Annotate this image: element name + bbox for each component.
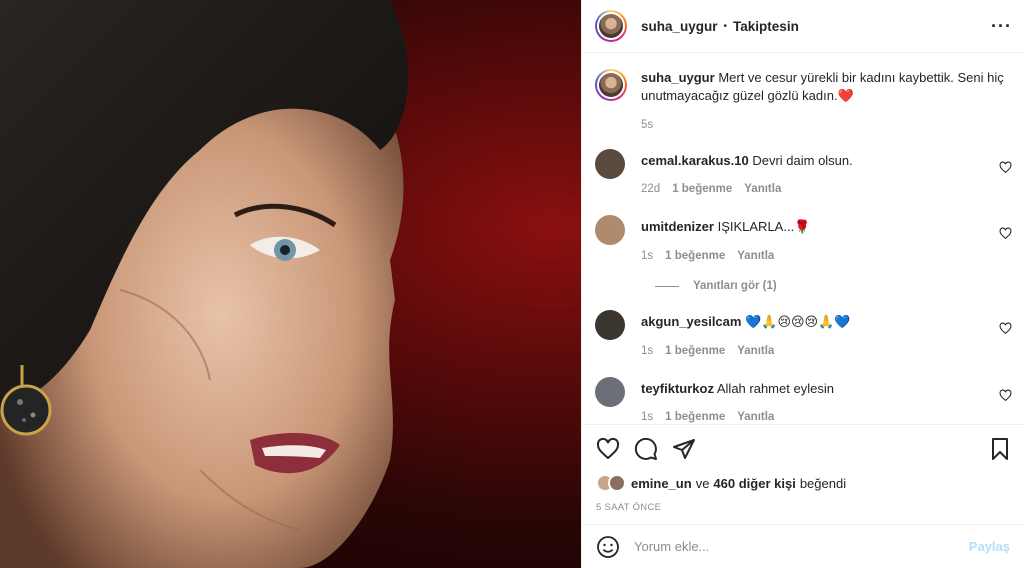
comment-text: IŞIKLARLA...🌹	[717, 219, 811, 234]
commenter-avatar[interactable]	[595, 310, 625, 340]
like-heart-icon[interactable]	[596, 437, 620, 461]
like-comment-icon[interactable]	[999, 322, 1012, 335]
comment-input[interactable]	[634, 539, 969, 554]
likes-suffix: beğendi	[799, 475, 847, 491]
author-username[interactable]: suha_uygur	[641, 19, 718, 34]
reply-button[interactable]: Yanıtla	[737, 345, 774, 357]
reply-button[interactable]: Yanıtla	[737, 250, 774, 262]
view-replies-label[interactable]: Yanıtları gör (1)	[693, 280, 777, 292]
liker-avatar	[608, 474, 626, 492]
reply-button[interactable]: Yanıtla	[744, 183, 781, 195]
save-bookmark-icon[interactable]	[988, 437, 1012, 461]
post-image[interactable]	[0, 0, 581, 568]
comment-text: Allah rahmet eylesin	[716, 381, 834, 396]
caption-username[interactable]: suha_uygur	[641, 70, 715, 85]
caption-age: 5s	[641, 119, 654, 131]
comment-likes[interactable]: 1 beğenme	[665, 411, 725, 423]
like-comment-icon[interactable]	[999, 389, 1012, 402]
comment-age: 1s	[641, 411, 654, 423]
post-comment-button[interactable]: Paylaş	[969, 539, 1010, 554]
commenter-avatar[interactable]	[595, 149, 625, 179]
comments-list[interactable]: suha_uygur Mert ve cesur yürekli bir kad…	[582, 53, 1024, 424]
separator-dot: •	[723, 20, 728, 32]
comment-bubble-icon[interactable]	[634, 437, 658, 461]
follow-status[interactable]: Takiptesin	[733, 19, 799, 34]
reply-button[interactable]: Yanıtla	[737, 411, 774, 423]
liker-username[interactable]: emine_un	[631, 476, 692, 491]
view-replies-button[interactable]: Yanıtları gör (1)	[655, 280, 1012, 292]
commenter-username[interactable]: teyfikturkoz	[641, 381, 714, 396]
commenter-avatar[interactable]	[595, 215, 625, 245]
more-horizontal-icon[interactable]: ···	[991, 16, 1012, 37]
comment-text: 💙🙏😢😢😢🙏💙	[745, 314, 851, 329]
comment-age: 1s	[641, 250, 654, 262]
comment-text: Devri daim olsun.	[752, 153, 853, 168]
author-avatar[interactable]	[595, 10, 627, 42]
comment-item: teyfikturkoz Allah rahmet eylesin 1s 1 be…	[595, 377, 1012, 423]
post-timestamp[interactable]: 5 SAAT ÖNCE	[582, 494, 1024, 524]
likes-others[interactable]: 460 diğer kişi	[713, 476, 795, 491]
comment-likes[interactable]: 1 beğenme	[665, 250, 725, 262]
caption: suha_uygur Mert ve cesur yürekli bir kad…	[595, 69, 1012, 131]
post-actions	[582, 424, 1024, 472]
commenter-username[interactable]: cemal.karakus.10	[641, 153, 749, 168]
caption-avatar[interactable]	[595, 69, 627, 101]
portrait-illustration	[0, 0, 409, 568]
comment-composer: Paylaş	[582, 524, 1024, 568]
post-header: suha_uygur • Takiptesin ···	[582, 0, 1024, 53]
likes-summary[interactable]: emine_un ve 460 diğer kişi beğendi	[582, 472, 1024, 494]
commenter-avatar[interactable]	[595, 377, 625, 407]
comment-likes[interactable]: 1 beğenme	[672, 183, 732, 195]
commenter-username[interactable]: umitdenizer	[641, 219, 714, 234]
replies-line	[655, 285, 679, 287]
share-paper-plane-icon[interactable]	[672, 437, 696, 461]
likes-conjunction: ve	[695, 475, 710, 491]
post-details-panel: suha_uygur • Takiptesin ··· suha_uygur M…	[581, 0, 1024, 568]
comment-age: 1s	[641, 345, 654, 357]
comment-likes[interactable]: 1 beğenme	[665, 345, 725, 357]
comment-age: 22d	[641, 183, 661, 195]
emoji-smiley-icon[interactable]	[596, 535, 620, 559]
like-comment-icon[interactable]	[999, 161, 1012, 174]
comment-item: akgun_yesilcam 💙🙏😢😢😢🙏💙 1s 1 beğenme Yanıtl…	[595, 310, 1012, 357]
comment-item: cemal.karakus.10 Devri daim olsun. 22d 1 …	[595, 149, 1012, 195]
comment-item: umitdenizer IŞIKLARLA...🌹 1s 1 beğenme Yan…	[595, 215, 1012, 262]
commenter-username[interactable]: akgun_yesilcam	[641, 314, 741, 329]
like-comment-icon[interactable]	[999, 227, 1012, 240]
